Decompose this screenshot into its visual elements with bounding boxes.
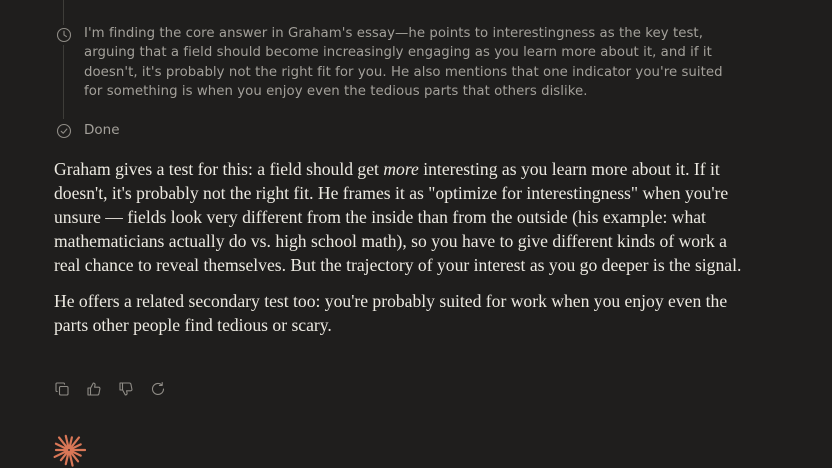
timeline-line	[63, 0, 64, 119]
retry-icon	[151, 382, 165, 395]
assistant-response: Graham gives a test for this: a field sh…	[54, 157, 744, 349]
copy-icon	[55, 382, 69, 396]
thumbs-down-icon	[119, 382, 133, 396]
retry-button[interactable]	[148, 379, 168, 399]
message-actions	[52, 379, 168, 399]
clock-icon	[54, 25, 74, 45]
check-circle-icon	[54, 121, 74, 141]
thinking-step-text: I'm finding the core answer in Graham's …	[84, 26, 723, 99]
thumbs-up-button[interactable]	[84, 379, 104, 399]
claude-logo-icon	[53, 434, 86, 467]
emphasis-text: more	[383, 159, 419, 179]
response-paragraph: He offers a related secondary test too: …	[54, 291, 728, 335]
response-paragraph: Graham gives a test for this: a field sh…	[54, 157, 744, 277]
thumbs-up-icon	[87, 382, 101, 396]
response-text: Graham gives a test for this: a field sh…	[54, 159, 384, 179]
thumbs-down-button[interactable]	[116, 379, 136, 399]
copy-button[interactable]	[52, 379, 72, 399]
done-label: Done	[84, 122, 120, 138]
